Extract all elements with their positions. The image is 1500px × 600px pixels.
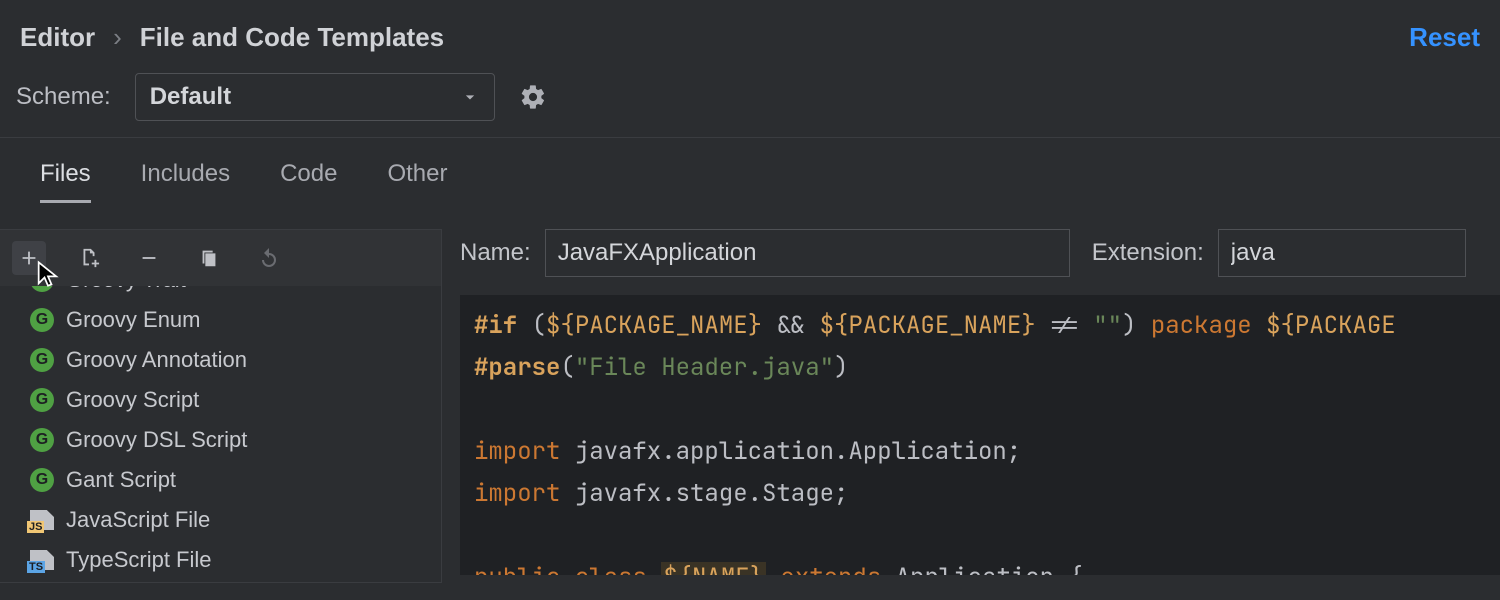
gear-icon[interactable]	[519, 83, 547, 111]
tab-files[interactable]: Files	[40, 160, 91, 203]
tab-bar: Files Includes Code Other	[0, 138, 1500, 203]
template-toolbar	[0, 230, 441, 286]
groovy-icon: G	[30, 308, 54, 332]
template-item-label: Groovy Trait	[66, 286, 186, 293]
scheme-value: Default	[150, 83, 231, 111]
chevron-down-icon	[460, 87, 480, 107]
template-item-label: Groovy Script	[66, 387, 199, 413]
breadcrumb-leaf: File and Code Templates	[140, 22, 444, 53]
groovy-icon: G	[30, 468, 54, 492]
template-item-label: JavaScript File	[66, 507, 210, 533]
template-item[interactable]: TypeScript File	[0, 540, 441, 580]
tab-includes[interactable]: Includes	[141, 160, 230, 203]
breadcrumb: Editor › File and Code Templates	[20, 22, 444, 53]
add-button[interactable]	[12, 241, 46, 275]
template-item[interactable]: G Groovy Annotation	[0, 340, 441, 380]
scheme-dropdown[interactable]: Default	[135, 73, 495, 121]
template-list[interactable]: G Groovy Trait G Groovy Enum G Groovy Annotat…	[0, 286, 441, 582]
template-item[interactable]: JavaScript File	[0, 500, 441, 540]
plus-icon	[18, 247, 40, 269]
chevron-right-icon: ›	[113, 22, 122, 53]
undo-icon	[257, 246, 281, 270]
name-input[interactable]	[545, 229, 1070, 277]
name-label: Name:	[460, 239, 531, 267]
groovy-icon: G	[30, 428, 54, 452]
groovy-icon: G	[30, 388, 54, 412]
template-item[interactable]: TypeScript JSX File	[0, 580, 441, 582]
groovy-icon: G	[30, 286, 54, 292]
groovy-icon: G	[30, 348, 54, 372]
template-item-label: Gant Script	[66, 467, 176, 493]
copy-template-button[interactable]	[72, 241, 106, 275]
minus-icon	[138, 247, 160, 269]
template-item[interactable]: G Groovy Trait	[0, 286, 441, 300]
duplicate-button[interactable]	[192, 241, 226, 275]
template-item[interactable]: G Groovy DSL Script	[0, 420, 441, 460]
template-item-label: Groovy Enum	[66, 307, 201, 333]
file-plus-icon	[78, 247, 100, 269]
template-item[interactable]: G Groovy Enum	[0, 300, 441, 340]
copy-icon	[198, 247, 220, 269]
reset-link[interactable]: Reset	[1409, 22, 1480, 53]
javascript-file-icon	[30, 508, 54, 532]
breadcrumb-root[interactable]: Editor	[20, 22, 95, 53]
template-item-label: Groovy DSL Script	[66, 427, 247, 453]
template-list-pane: G Groovy Trait G Groovy Enum G Groovy Annotat…	[0, 229, 442, 583]
template-item[interactable]: G Groovy Script	[0, 380, 441, 420]
extension-label: Extension:	[1092, 239, 1204, 267]
remove-button[interactable]	[132, 241, 166, 275]
template-item[interactable]: G Gant Script	[0, 460, 441, 500]
template-item-label: Groovy Annotation	[66, 347, 247, 373]
typescript-file-icon	[30, 548, 54, 572]
template-editor[interactable]: #if (${PACKAGE_NAME} && ${PACKAGE_NAME} …	[460, 295, 1500, 575]
revert-button[interactable]	[252, 241, 286, 275]
template-item-label: TypeScript File	[66, 547, 212, 573]
tab-code[interactable]: Code	[280, 160, 337, 203]
scheme-label: Scheme:	[16, 83, 111, 111]
tab-other[interactable]: Other	[387, 160, 447, 203]
extension-input[interactable]	[1218, 229, 1466, 277]
